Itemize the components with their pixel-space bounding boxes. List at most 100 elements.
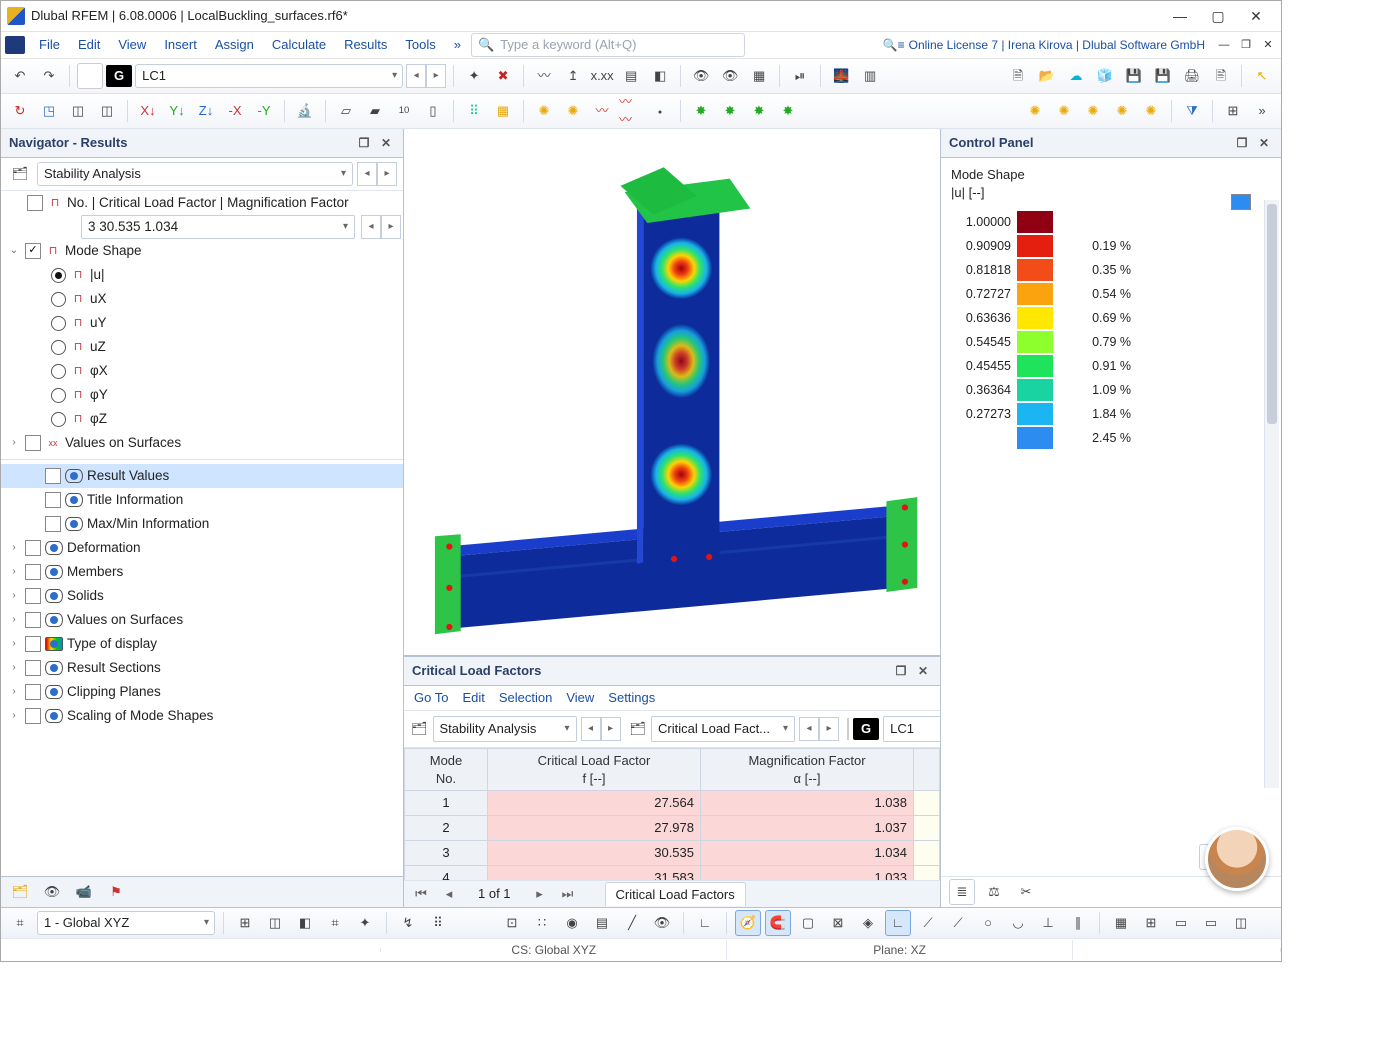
tree-item-label[interactable]: Title Information [87, 491, 183, 509]
float-icon[interactable]: ❐ [892, 662, 910, 680]
grid-c-icon[interactable]: ▭ [1168, 910, 1194, 936]
bmenu-goto[interactable]: Go To [414, 689, 448, 707]
redo-icon[interactable]: ↷ [36, 63, 62, 89]
star-g3-icon[interactable]: ✸ [746, 98, 772, 124]
scale-10-icon[interactable]: 10 [391, 98, 417, 124]
checkbox[interactable] [25, 243, 41, 259]
bmenu-selection[interactable]: Selection [499, 689, 552, 707]
snap-grid-icon[interactable]: ⊡ [499, 910, 525, 936]
swatch-1[interactable] [77, 63, 103, 89]
tool-deformed-icon[interactable]: 〰 [531, 63, 557, 89]
tree-item-label[interactable]: Type of display [67, 635, 157, 653]
snap-x-icon[interactable]: ⊠ [825, 910, 851, 936]
axis-y-icon[interactable]: Y↓ [164, 98, 190, 124]
mesh-dots-icon[interactable]: ⠿ [461, 98, 487, 124]
workplane-combo[interactable]: 1 - Global XYZ [37, 911, 215, 935]
bmenu-view[interactable]: View [566, 689, 594, 707]
grid-small-icon[interactable]: ⊞ [1220, 98, 1246, 124]
menu-view[interactable]: View [110, 34, 154, 56]
tab-video-icon[interactable]: 📹 [71, 879, 97, 905]
right-star-3-icon[interactable]: ✺ [1080, 98, 1106, 124]
menu-calculate[interactable]: Calculate [264, 34, 334, 56]
float-icon[interactable]: ❐ [355, 134, 373, 152]
checkbox[interactable] [27, 195, 43, 211]
close-panel-icon[interactable]: ✕ [1255, 134, 1273, 152]
mode-item-label[interactable]: uY [90, 314, 107, 332]
cell-mode-no[interactable]: 1 [405, 791, 488, 816]
cell-f[interactable]: 27.978 [488, 816, 701, 841]
circle-snap-icon[interactable]: ○ [975, 910, 1001, 936]
snap-diamond-icon[interactable]: ◈ [855, 910, 881, 936]
tree-item-label[interactable]: Deformation [67, 539, 141, 557]
menu-tools[interactable]: Tools [397, 34, 443, 56]
tool-values-icon[interactable]: x.xx [589, 63, 615, 89]
checkbox[interactable] [25, 708, 41, 724]
menu-overflow[interactable]: » [446, 34, 469, 56]
tree-item-label[interactable]: Max/Min Information [87, 515, 209, 533]
cell-f[interactable]: 31.583 [488, 866, 701, 880]
cell-f[interactable]: 30.535 [488, 841, 701, 866]
caret-icon[interactable]: › [7, 709, 21, 723]
table-analysis-stepper[interactable]: ◂▸ [581, 717, 621, 741]
st-btn-1[interactable]: ⊞ [232, 910, 258, 936]
st-arrows-icon[interactable]: ↯ [395, 910, 421, 936]
parallel-icon[interactable]: ∥ [1065, 910, 1091, 936]
tool-ladder-icon[interactable]: ▥ [857, 63, 883, 89]
tool-eye-values-icon[interactable]: 👁 [688, 63, 714, 89]
grid-d-icon[interactable]: ▭ [1198, 910, 1224, 936]
right-star-2-icon[interactable]: ✺ [1051, 98, 1077, 124]
save-as-icon[interactable]: 💾 [1150, 63, 1176, 89]
ortho-icon[interactable]: ∟ [692, 910, 718, 936]
tool-colored-icon[interactable]: ◧ [647, 63, 673, 89]
angle-icon[interactable]: ∟ [885, 910, 911, 936]
mode-item-label[interactable]: uZ [90, 338, 106, 356]
load-wave-icon[interactable]: 〰 [589, 98, 615, 124]
tool-eye-section-icon[interactable]: 👁 [717, 63, 743, 89]
tree-item-label[interactable]: Scaling of Mode Shapes [67, 707, 213, 725]
loadcase-stepper[interactable]: ◂▸ [406, 64, 446, 88]
snap-dots-icon[interactable]: ∷ [529, 910, 555, 936]
table-section-combo[interactable]: Critical Load Fact...▾ [651, 716, 795, 742]
tree-item-label[interactable]: Values on Surfaces [67, 611, 183, 629]
tool-animate-icon[interactable]: ⏯ [787, 63, 813, 89]
perp-icon[interactable]: ⊥ [1035, 910, 1061, 936]
st-btn-2[interactable]: ◫ [262, 910, 288, 936]
solid-icon[interactable]: ▰ [362, 98, 388, 124]
mode-selector[interactable]: 3 30.535 1.034▾ [81, 215, 355, 239]
cell-a[interactable]: 1.037 [701, 816, 914, 841]
st-btn-5[interactable]: ✦ [352, 910, 378, 936]
cell-mode-no[interactable]: 2 [405, 816, 488, 841]
snap-sq-icon[interactable]: ▢ [795, 910, 821, 936]
table-type-icon[interactable]: 🗂 [410, 716, 429, 742]
line-snap-1-icon[interactable]: ⟋ [915, 910, 941, 936]
view-y-icon[interactable]: ◫ [94, 98, 120, 124]
page-next-icon[interactable]: ▸ [531, 885, 549, 903]
radio[interactable] [51, 340, 66, 355]
page-last-icon[interactable]: ⏭ [559, 885, 577, 903]
menu-file[interactable]: File [31, 34, 68, 56]
view-x-icon[interactable]: ◫ [65, 98, 91, 124]
tool-remove-results-icon[interactable]: ✖ [490, 63, 516, 89]
radio[interactable] [51, 412, 66, 427]
radio[interactable] [51, 316, 66, 331]
caret-icon[interactable]: › [7, 541, 21, 555]
assistant-avatar[interactable] [1205, 827, 1269, 891]
mode-item-label[interactable]: uX [90, 290, 107, 308]
mode-item-label[interactable]: φZ [90, 410, 107, 428]
magnet-icon[interactable]: 🧲 [765, 910, 791, 936]
checkbox[interactable] [25, 612, 41, 628]
checkbox[interactable] [25, 684, 41, 700]
grid-b-icon[interactable]: ⊞ [1138, 910, 1164, 936]
checkbox[interactable] [45, 492, 61, 508]
loadcase-combo[interactable]: LC1 [135, 64, 403, 88]
close-panel-icon[interactable]: ✕ [914, 662, 932, 680]
menu-assign[interactable]: Assign [207, 34, 262, 56]
star-g4-icon[interactable]: ✸ [775, 98, 801, 124]
cell-f[interactable]: 27.564 [488, 791, 701, 816]
tree-item-label[interactable]: Members [67, 563, 123, 581]
checkbox[interactable] [25, 588, 41, 604]
table-section-stepper[interactable]: ◂▸ [799, 717, 839, 741]
caret-icon[interactable]: › [7, 661, 21, 675]
radio[interactable] [51, 268, 66, 283]
3d-viewport[interactable] [404, 129, 940, 656]
